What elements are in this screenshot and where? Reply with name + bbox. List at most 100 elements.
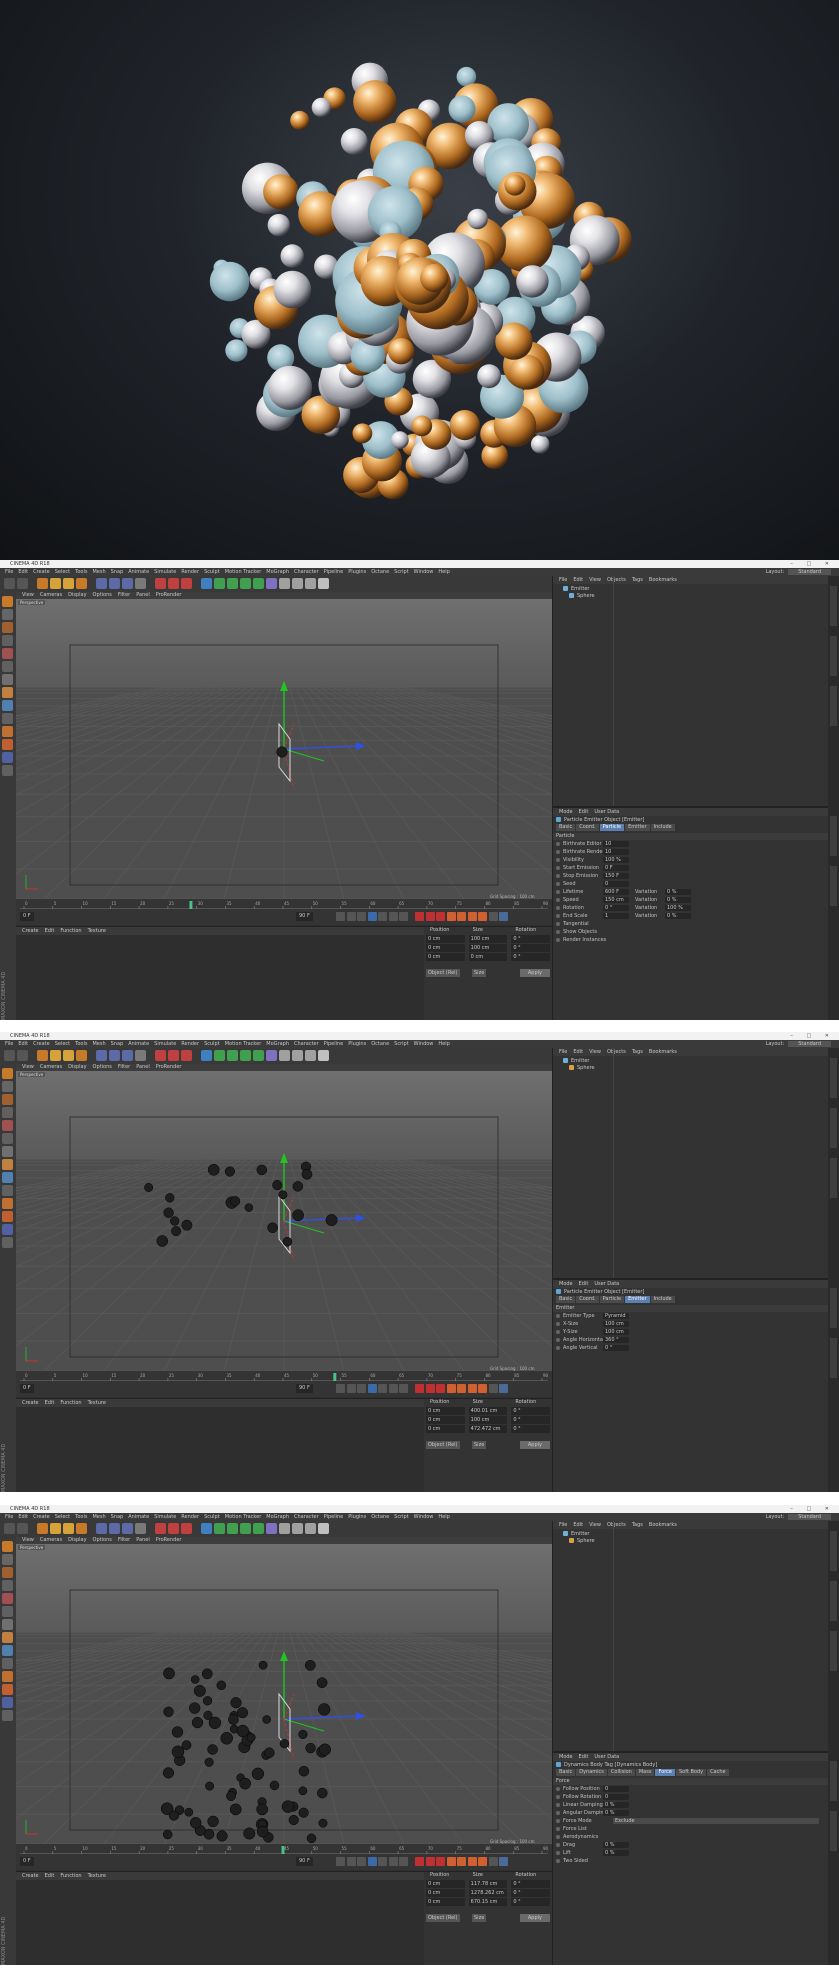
menu-item-mesh[interactable]: Mesh <box>92 1514 105 1520</box>
viewport-menu-filter[interactable]: Filter <box>118 592 130 598</box>
viewport-menu-cameras[interactable]: Cameras <box>40 1064 62 1070</box>
coords-field[interactable]: 0 cm <box>426 1889 465 1897</box>
light-icon[interactable] <box>318 1050 329 1061</box>
tool-icon[interactable] <box>2 1120 13 1131</box>
param-animate-dot[interactable] <box>556 1322 560 1326</box>
rotation-key-icon[interactable] <box>467 1857 477 1866</box>
param-animate-dot[interactable] <box>556 1843 560 1847</box>
side-tab[interactable] <box>830 1631 837 1671</box>
param-animate-dot[interactable] <box>556 914 560 918</box>
param-value-field[interactable]: 0 <box>603 1786 629 1792</box>
keyframe-icon[interactable] <box>436 1384 445 1393</box>
tool-icon[interactable] <box>2 1224 13 1235</box>
next-frame-icon[interactable] <box>378 912 387 921</box>
param-value-field[interactable]: 0 <box>603 881 629 887</box>
viewport-perspective[interactable] <box>16 1544 552 1844</box>
array-icon[interactable] <box>240 578 251 589</box>
tool-icon[interactable] <box>2 1541 13 1552</box>
attribute-menu-user-data[interactable]: User Data <box>594 1754 619 1760</box>
param-animate-dot[interactable] <box>556 1787 560 1791</box>
tool-icon[interactable] <box>2 1146 13 1157</box>
tool-icon[interactable] <box>2 765 13 776</box>
keyframe-icon[interactable] <box>436 912 445 921</box>
side-tab[interactable] <box>830 1288 837 1328</box>
menu-item-help[interactable]: Help <box>438 569 449 575</box>
coords-field[interactable]: 1278.262 cm <box>468 1889 508 1897</box>
camera-icon[interactable] <box>292 1523 303 1534</box>
render-picture-icon[interactable] <box>168 1523 179 1534</box>
menu-item-tools[interactable]: Tools <box>75 1041 87 1047</box>
tab-mass[interactable]: Mass <box>635 1769 655 1776</box>
record-icon[interactable] <box>415 912 424 921</box>
object-menu-file[interactable]: File <box>559 1049 567 1055</box>
play-icon[interactable] <box>367 1384 377 1393</box>
tool-icon[interactable] <box>2 1710 13 1721</box>
coords-field[interactable]: 0 ° <box>511 1898 551 1906</box>
param-animate-dot[interactable] <box>556 1835 560 1839</box>
side-tab[interactable] <box>830 1761 837 1801</box>
tool-icon[interactable] <box>2 635 13 646</box>
material-menu-edit[interactable]: Edit <box>45 1400 55 1406</box>
menu-item-simulate[interactable]: Simulate <box>154 569 176 575</box>
menu-item-edit[interactable]: Edit <box>18 569 28 575</box>
material-menu-function[interactable]: Function <box>60 1400 81 1406</box>
floor-icon[interactable] <box>279 578 290 589</box>
material-menu-texture[interactable]: Texture <box>88 1873 106 1879</box>
param-animate-dot[interactable] <box>556 866 560 870</box>
tool-icon[interactable] <box>2 1632 13 1643</box>
menu-item-edit[interactable]: Edit <box>18 1041 28 1047</box>
tool-icon[interactable] <box>2 1554 13 1565</box>
viewport-menu-prorender[interactable]: ProRender <box>156 1064 182 1070</box>
frame-end[interactable]: 90 F <box>296 912 313 921</box>
x-axis-icon[interactable] <box>96 1523 107 1534</box>
viewport-menu-view[interactable]: View <box>22 1537 34 1543</box>
tab-include[interactable]: Include <box>650 1296 675 1303</box>
redo-icon[interactable] <box>17 1050 28 1061</box>
render-view-icon[interactable] <box>155 1050 166 1061</box>
viewport-menu-display[interactable]: Display <box>68 1064 86 1070</box>
param-value-field-secondary[interactable]: 100 % <box>665 905 691 911</box>
material-menu-edit[interactable]: Edit <box>45 1873 55 1879</box>
deformer-icon[interactable] <box>266 578 277 589</box>
coords-size-dropdown[interactable]: Size <box>472 1441 487 1449</box>
param-animate-dot[interactable] <box>556 1795 560 1799</box>
viewport-canvas[interactable] <box>16 1544 552 1844</box>
autokey-icon[interactable] <box>425 1384 435 1393</box>
menu-item-file[interactable]: File <box>5 569 13 575</box>
tab-particle[interactable]: Particle <box>599 824 625 831</box>
object-item-sphere[interactable]: Sphere <box>569 593 595 600</box>
layout-value[interactable]: Standard <box>788 1514 831 1520</box>
attribute-menu-user-data[interactable]: User Data <box>594 809 619 815</box>
menu-item-render[interactable]: Render <box>181 1514 199 1520</box>
menu-item-octane[interactable]: Octane <box>371 1041 389 1047</box>
z-axis-icon[interactable] <box>122 1050 133 1061</box>
param-value-field[interactable]: 150 F <box>603 873 629 879</box>
tool-icon[interactable] <box>2 661 13 672</box>
tab-basic[interactable]: Basic <box>556 1296 576 1303</box>
object-menu-tags[interactable]: Tags <box>632 1049 643 1055</box>
menu-item-file[interactable]: File <box>5 1514 13 1520</box>
param-value-field[interactable]: 1 <box>603 913 629 919</box>
timeline-menu-icon[interactable] <box>499 912 508 921</box>
object-menu-objects[interactable]: Objects <box>607 577 626 583</box>
attribute-menu-edit[interactable]: Edit <box>579 809 589 815</box>
coords-field[interactable]: 117.78 cm <box>468 1880 508 1888</box>
object-menu-view[interactable]: View <box>589 1049 601 1055</box>
viewport-menu-filter[interactable]: Filter <box>118 1537 130 1543</box>
cloner-icon[interactable] <box>253 1050 264 1061</box>
tool-icon[interactable] <box>2 713 13 724</box>
menu-item-snap[interactable]: Snap <box>111 569 124 575</box>
param-animate-dot[interactable] <box>556 1851 560 1855</box>
menu-item-create[interactable]: Create <box>33 1514 50 1520</box>
scale-icon[interactable] <box>50 1050 61 1061</box>
tool-icon[interactable] <box>2 1081 13 1092</box>
tab-emitter[interactable]: Emitter <box>625 824 650 831</box>
render-picture-icon[interactable] <box>168 578 179 589</box>
param-animate-dot[interactable] <box>556 1803 560 1807</box>
apply-button[interactable]: Apply <box>519 969 550 977</box>
array-icon[interactable] <box>240 1050 251 1061</box>
coords-field[interactable]: 0 cm <box>426 1880 465 1888</box>
material-menu-function[interactable]: Function <box>60 1873 81 1879</box>
timeline-ruler-canvas[interactable]: 0 5 10 15 20 25 30 35 40 45 50 55 60 65 70 75 80 85 90 <box>20 1373 549 1381</box>
object-menu-file[interactable]: File <box>559 1522 567 1528</box>
